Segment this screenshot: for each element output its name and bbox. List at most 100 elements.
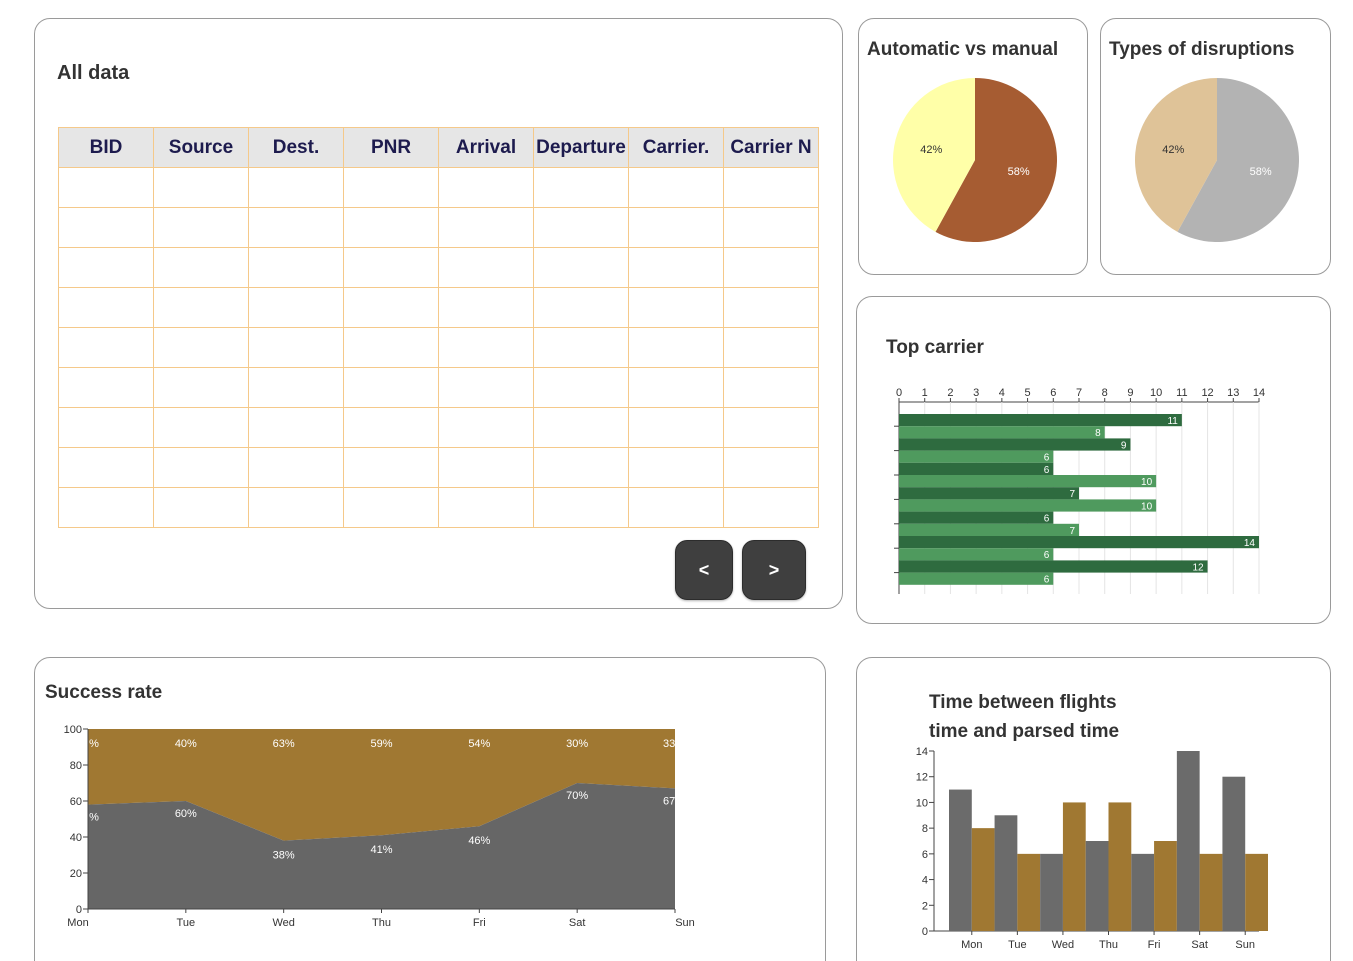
- table-cell: [153, 447, 249, 488]
- area-data-label: 63%: [273, 738, 295, 750]
- carrier-bar: [899, 499, 1157, 512]
- x-tick-label: 7: [1076, 387, 1082, 399]
- time-bar: [949, 789, 972, 931]
- carrier-bar-label: 6: [1044, 465, 1050, 476]
- table-cell: [153, 207, 249, 248]
- data-table: BID Source Dest. PNR Arrival Departure Carrier…: [58, 127, 819, 528]
- area-data-label: %: [89, 812, 99, 824]
- table-cell: [248, 487, 344, 528]
- carrier-bar: [899, 414, 1182, 427]
- area-data-label: 54%: [468, 738, 490, 750]
- types-of-disruptions-card: Types of disruptions 58% 42%: [1100, 18, 1331, 275]
- top-carrier-card: Top carrier 0 1 2 3 4 5 6 7 8 9 10 11 12 13 14 11 8 9 6 6 10…: [856, 296, 1331, 624]
- area-data-label: 59%: [370, 738, 392, 750]
- x-tick-label: 8: [1102, 387, 1108, 399]
- types-of-disruptions-pie-chart: 58% 42%: [1135, 78, 1299, 243]
- time-bar: [1085, 841, 1109, 931]
- table-cell: [58, 287, 154, 328]
- table-header-row: BID Source Dest. PNR Arrival Departure Carrier…: [58, 127, 819, 168]
- area-data-label: 40%: [175, 738, 197, 750]
- table-cell: [438, 287, 534, 328]
- table-cell: [628, 327, 724, 368]
- area-data-label: 60%: [175, 808, 197, 820]
- table-cell: [248, 407, 344, 448]
- carrier-bar-label: 9: [1121, 440, 1127, 451]
- table-cell: [153, 367, 249, 408]
- parsed-time-bar: [1108, 802, 1132, 931]
- table-cell: [58, 167, 154, 208]
- table-cell: [438, 167, 534, 208]
- previous-page-button[interactable]: <: [675, 540, 733, 600]
- automatic-vs-manual-card: Automatic vs manual 58% 42%: [858, 18, 1088, 275]
- time-bar: [1131, 853, 1155, 931]
- area-data-label: 46%: [468, 835, 490, 847]
- carrier-bar: [899, 536, 1259, 549]
- table-cell: [248, 207, 344, 248]
- x-tick-label: 14: [1253, 387, 1265, 399]
- column-header: Source: [153, 127, 249, 168]
- carrier-bar-label: 7: [1069, 526, 1075, 537]
- carrier-bar-label: 10: [1141, 501, 1153, 512]
- y-tick-label: 100: [64, 724, 82, 736]
- x-tick-label: Sun: [1235, 939, 1255, 951]
- carrier-bar: [899, 475, 1157, 488]
- x-tick-label: 13: [1227, 387, 1239, 399]
- time-bar: [994, 815, 1018, 931]
- table-cell: [438, 487, 534, 528]
- table-row: [58, 407, 819, 448]
- x-tick-label: Tue: [1008, 939, 1027, 951]
- table-cell: [58, 447, 154, 488]
- parsed-time-bar: [1017, 853, 1041, 931]
- table-cell: [723, 167, 819, 208]
- table-cell: [533, 367, 629, 408]
- x-tick-label: 2: [947, 387, 953, 399]
- time-bar: [1176, 751, 1200, 931]
- table-cell: [438, 247, 534, 288]
- x-tick-label: Sat: [569, 917, 586, 929]
- pie-slice-label: 58%: [1250, 166, 1272, 178]
- carrier-bar: [899, 438, 1131, 451]
- x-tick-label: 9: [1127, 387, 1133, 399]
- x-tick-label: Tue: [177, 917, 196, 929]
- area-data-label: 30%: [566, 738, 588, 750]
- pie-slice-label: 42%: [920, 144, 942, 156]
- carrier-bar-label: 11: [1167, 416, 1178, 427]
- table-cell: [723, 287, 819, 328]
- table-cell: [438, 327, 534, 368]
- table-cell: [723, 327, 819, 368]
- carrier-bar: [899, 523, 1079, 536]
- table-cell: [533, 167, 629, 208]
- area-data-label: 33: [663, 738, 675, 750]
- y-tick-label: 20: [70, 868, 82, 880]
- area-data-label: 41%: [370, 844, 392, 856]
- x-tick-label: 3: [973, 387, 979, 399]
- carrier-bar: [899, 511, 1054, 524]
- next-page-button[interactable]: >: [742, 540, 806, 600]
- table-cell: [723, 447, 819, 488]
- pie-slice-label: 42%: [1162, 144, 1184, 156]
- table-cell: [248, 167, 344, 208]
- table-cell: [628, 287, 724, 328]
- x-tick-label: Thu: [1099, 939, 1118, 951]
- area-data-label: %: [89, 738, 99, 750]
- pie-slice-label: 58%: [1008, 166, 1030, 178]
- table-cell: [343, 287, 439, 328]
- table-cell: [343, 247, 439, 288]
- x-tick-label: Mon: [961, 939, 982, 951]
- column-header: Carrier N: [723, 127, 819, 168]
- time-bar: [1222, 776, 1246, 931]
- table-cell: [343, 407, 439, 448]
- x-tick-label: Fri: [1148, 939, 1161, 951]
- table-cell: [723, 207, 819, 248]
- table-cell: [248, 367, 344, 408]
- carrier-bar-label: 6: [1044, 453, 1050, 464]
- y-tick-label: 12: [916, 772, 928, 784]
- y-tick-label: 0: [76, 904, 82, 916]
- table-cell: [58, 327, 154, 368]
- table-cell: [723, 487, 819, 528]
- column-header: Departure: [533, 127, 629, 168]
- table-row: [58, 207, 819, 248]
- carrier-bar-label: 10: [1141, 477, 1153, 488]
- table-cell: [343, 207, 439, 248]
- table-cell: [533, 327, 629, 368]
